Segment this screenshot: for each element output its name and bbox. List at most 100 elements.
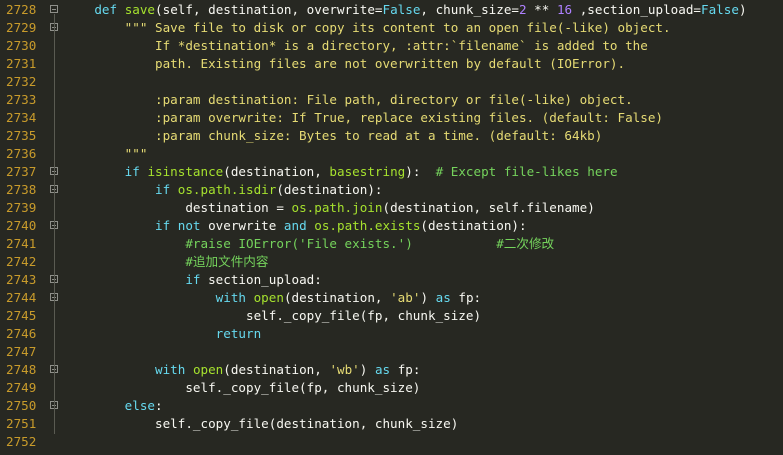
code-line[interactable]: 2742 #追加文件内容 <box>0 253 783 271</box>
code-text: path. Existing files are not overwritten… <box>64 55 625 73</box>
code-line[interactable]: 2734 :param overwrite: If True, replace … <box>0 109 783 127</box>
line-number: 2736 <box>6 146 37 161</box>
code-token: False <box>701 2 739 17</box>
line-number: 2746 <box>6 326 37 341</box>
code-line[interactable]: 2750 else: <box>0 397 783 415</box>
code-text: if section_upload: <box>64 271 322 289</box>
code-token: ) <box>359 362 375 377</box>
code-line[interactable]: 2744 with open(destination, 'ab') as fp: <box>0 289 783 307</box>
code-token: ,section_upload= <box>572 2 702 17</box>
code-line[interactable]: 2747 <box>0 343 783 361</box>
code-line[interactable]: 2728 def save(self, destination, overwri… <box>0 1 783 19</box>
code-token: : <box>155 398 163 413</box>
code-token: as <box>374 362 391 377</box>
line-number: 2729 <box>6 20 37 35</box>
line-number: 2737 <box>6 164 37 179</box>
code-token: :param overwrite: If True, replace exist… <box>155 110 663 125</box>
code-token: open <box>253 290 284 305</box>
code-text: with open(destination, 'wb') as fp: <box>64 361 420 379</box>
code-line[interactable]: 2748 with open(destination, 'wb') as fp: <box>0 361 783 379</box>
fold-toggle-icon[interactable] <box>50 5 58 13</box>
code-token: and <box>283 218 307 233</box>
code-token: else <box>124 398 156 413</box>
code-text: #raise IOError('File exists.') #二次修改 <box>64 235 554 253</box>
code-line[interactable]: 2743 if section_upload: <box>0 271 783 289</box>
code-token: (destination, <box>283 290 391 305</box>
code-text: """ <box>64 145 148 163</box>
code-line[interactable]: 2730 If *destination* is a directory, :a… <box>0 37 783 55</box>
code-token: ) <box>420 290 436 305</box>
code-token: If *destination* is a directory, :attr:`… <box>155 38 648 53</box>
line-number: 2741 <box>6 236 37 251</box>
code-editor[interactable]: 2728 def save(self, destination, overwri… <box>0 0 783 455</box>
code-line[interactable]: 2729 """ Save file to disk or copy its c… <box>0 19 783 37</box>
code-token: not <box>177 218 201 233</box>
line-number: 2750 <box>6 398 37 413</box>
code-line[interactable]: 2741 #raise IOError('File exists.') #二次修… <box>0 235 783 253</box>
code-token: self._copy_file(destination, chunk_size) <box>155 416 459 431</box>
code-line[interactable]: 2751 self._copy_file(destination, chunk_… <box>0 415 783 433</box>
line-number: 2728 <box>6 2 37 17</box>
code-line[interactable]: 2739 destination = os.path.join(destinat… <box>0 199 783 217</box>
line-number: 2735 <box>6 128 37 143</box>
code-text: def save(self, destination, overwrite=Fa… <box>64 1 747 19</box>
line-number: 2743 <box>6 272 37 287</box>
code-token: basestring <box>329 164 406 179</box>
code-line[interactable]: 2736 """ <box>0 145 783 163</box>
code-text: """ Save file to disk or copy its conten… <box>64 19 671 37</box>
line-number: 2744 <box>6 290 37 305</box>
code-line[interactable]: 2732 <box>0 73 783 91</box>
code-text: self._copy_file(destination, chunk_size) <box>64 415 458 433</box>
code-text: else: <box>64 397 163 415</box>
code-token: isinstance <box>147 164 224 179</box>
code-line[interactable]: 2745 self._copy_file(fp, chunk_size) <box>0 307 783 325</box>
code-token: ) <box>738 2 747 17</box>
code-text: if os.path.isdir(destination): <box>64 181 383 199</box>
code-token: with <box>215 290 246 305</box>
code-line[interactable]: 2749 self._copy_file(fp, chunk_size) <box>0 379 783 397</box>
code-token: ): <box>405 164 436 179</box>
code-token: """ Save file to disk or copy its conten… <box>124 20 671 35</box>
line-number: 2748 <box>6 362 37 377</box>
line-number: 2734 <box>6 110 37 125</box>
line-number: 2731 <box>6 56 37 71</box>
code-text: destination = os.path.join(destination, … <box>64 199 595 217</box>
code-line[interactable]: 2737 if isinstance(destination, basestri… <box>0 163 783 181</box>
code-token: False <box>382 2 421 17</box>
code-line[interactable]: 2740 if not overwrite and os.path.exists… <box>0 217 783 235</box>
code-text: self._copy_file(fp, chunk_size) <box>64 307 481 325</box>
code-line[interactable]: 2752 <box>0 433 783 451</box>
code-token: if <box>155 182 171 197</box>
code-token: 'wb' <box>329 362 360 377</box>
code-token: (destination, self.filename) <box>382 200 595 215</box>
code-token: overwrite <box>200 218 284 233</box>
code-line[interactable]: 2746 return <box>0 325 783 343</box>
code-token: fp: <box>450 290 482 305</box>
line-number: 2751 <box>6 416 37 431</box>
code-token: #追加文件内容 <box>185 254 269 269</box>
code-line[interactable]: 2731 path. Existing files are not overwr… <box>0 55 783 73</box>
line-number: 2738 <box>6 182 37 197</box>
code-token: self._copy_file(fp, chunk_size) <box>185 380 421 395</box>
code-line[interactable]: 2733 :param destination: File path, dire… <box>0 91 783 109</box>
line-number: 2732 <box>6 74 37 89</box>
code-text: :param chunk_size: Bytes to read at a ti… <box>64 127 602 145</box>
code-token: # Except file-likes here <box>435 164 618 179</box>
code-line[interactable]: 2735 :param chunk_size: Bytes to read at… <box>0 127 783 145</box>
code-line[interactable]: 2738 if os.path.isdir(destination): <box>0 181 783 199</box>
